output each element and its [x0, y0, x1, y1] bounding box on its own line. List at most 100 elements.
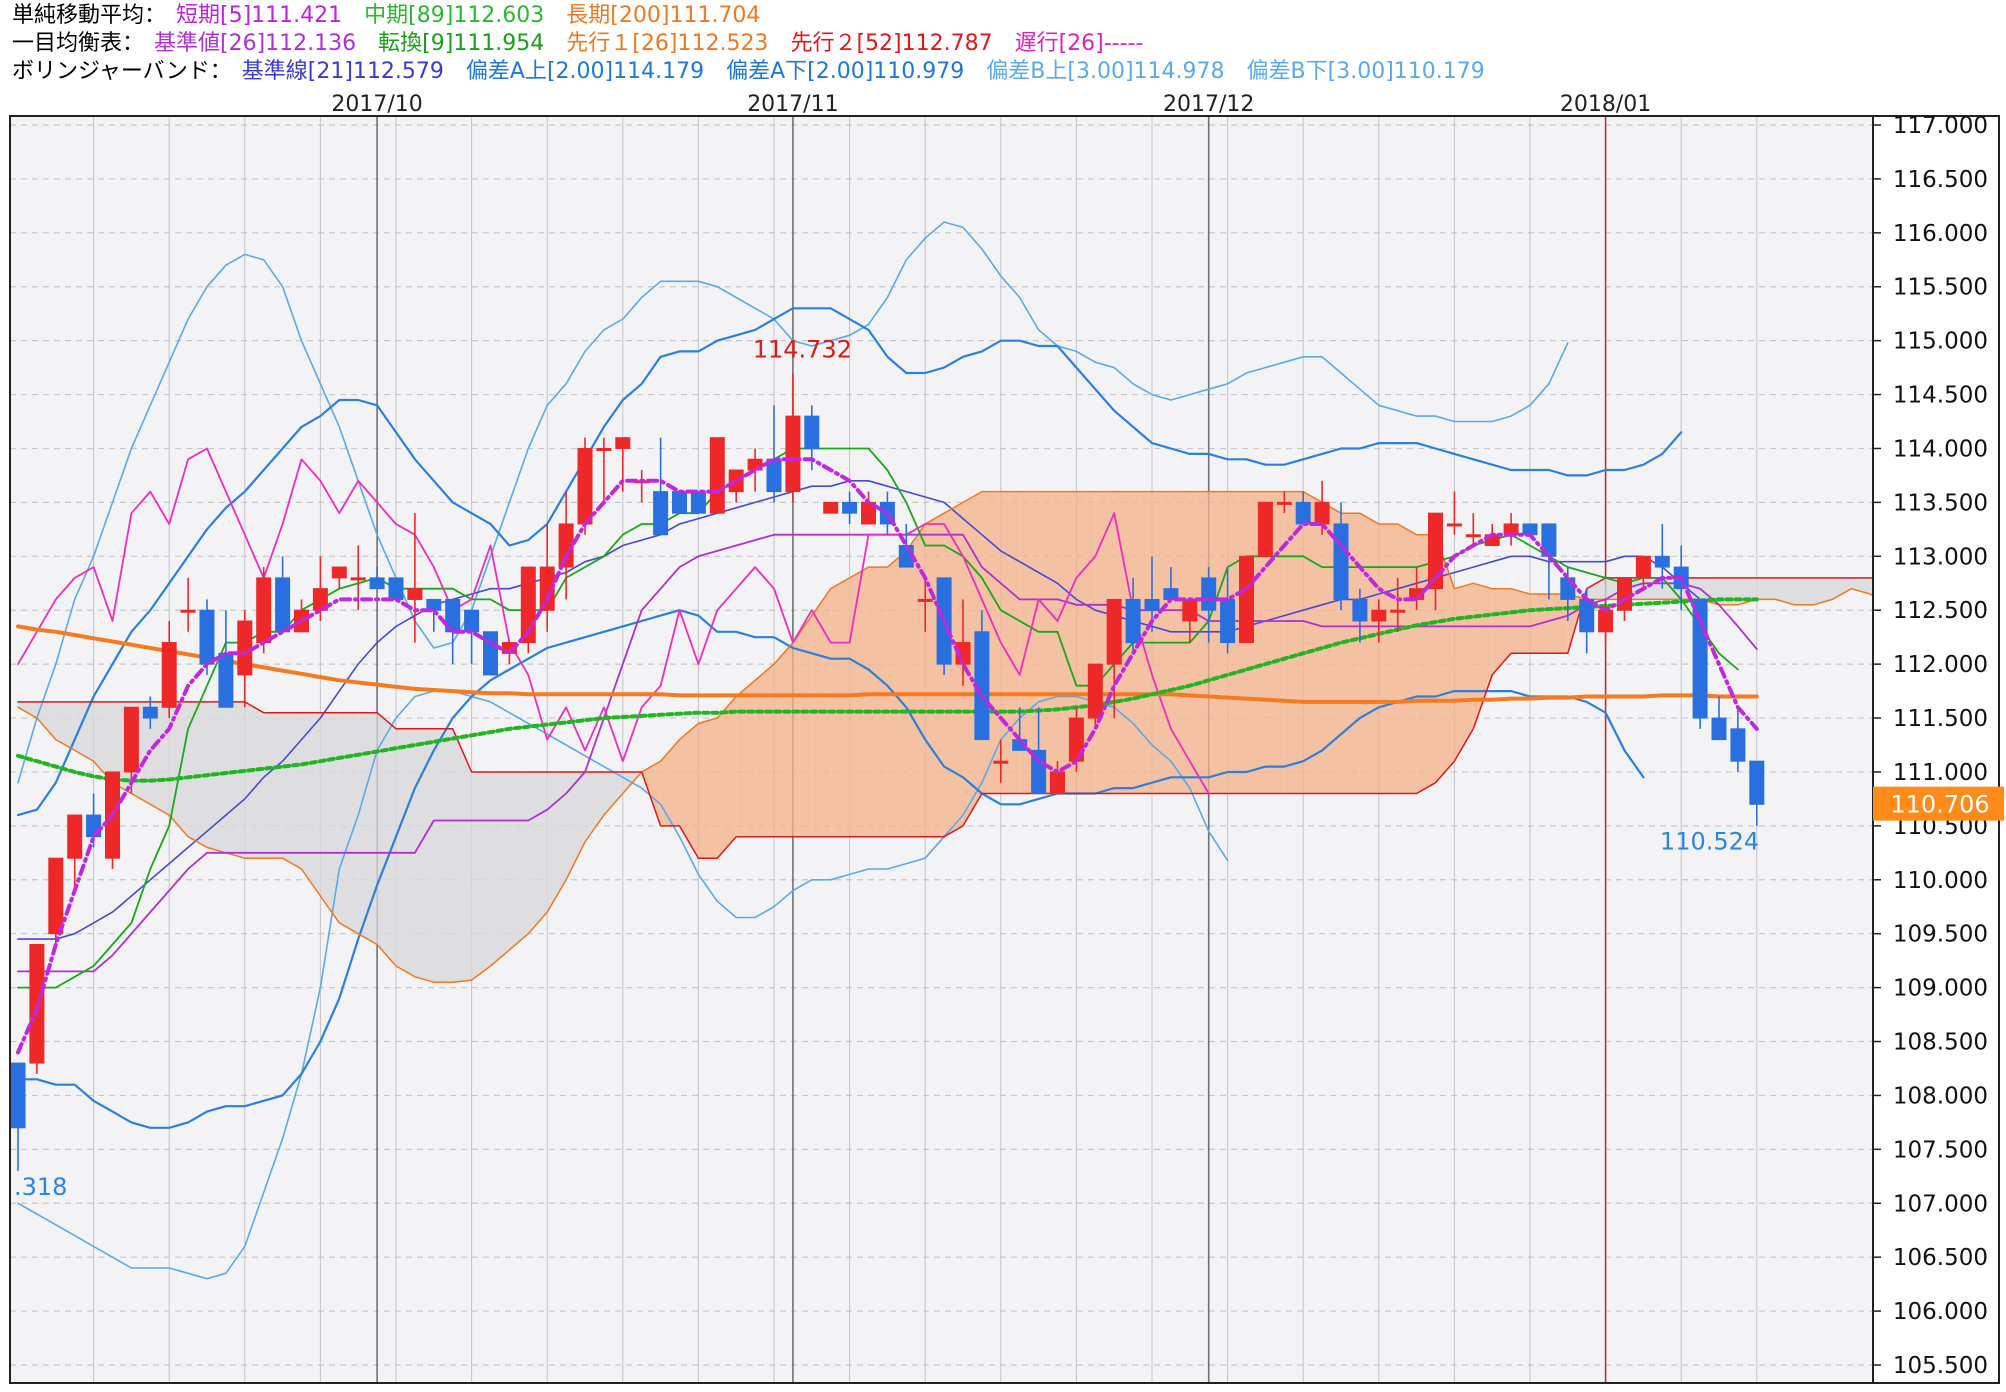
candle-body: [483, 631, 498, 676]
candle-body: [1257, 501, 1273, 557]
cloud-segment: [1303, 491, 1323, 794]
cloud-segment: [207, 701, 226, 853]
cloud-segment: [1397, 523, 1417, 794]
candle-body: [690, 491, 706, 514]
cloud-segment: [433, 728, 453, 983]
candle-body: [1087, 663, 1103, 719]
cloud-segment: [169, 701, 189, 837]
candle-body: [615, 437, 631, 449]
candle-body: [1749, 760, 1765, 805]
month-label-2018-01: 2018/01: [1560, 92, 1651, 117]
candle-body: [1352, 598, 1368, 622]
candlestick-chart[interactable]: 2017/10 2017/11 2017/12 2018/01 114.732 110.5…: [0, 0, 2006, 1392]
y-tick-label: 106.500: [1893, 1245, 1988, 1271]
y-tick-label: 107.000: [1893, 1191, 1988, 1217]
month-label-2017-10: 2017/10: [331, 92, 422, 117]
candle-body: [1711, 717, 1727, 741]
candle-body: [1201, 577, 1217, 611]
cloud-segment: [150, 701, 170, 816]
candle-body: [1314, 501, 1330, 525]
y-tick-label: 112.500: [1893, 598, 1988, 624]
candle-body: [1446, 523, 1462, 527]
candle-body: [388, 577, 404, 600]
candle-body: [917, 598, 933, 602]
candle-body: [709, 437, 725, 514]
cloud-segment: [1038, 491, 1058, 794]
candle-body: [1050, 771, 1065, 795]
candle-body: [1465, 534, 1481, 538]
y-tick-label: 106.000: [1893, 1299, 1988, 1325]
candle-body: [1390, 609, 1406, 613]
cloud-segment: [1794, 577, 1814, 605]
candle-body: [407, 588, 423, 600]
y-tick-label: 109.000: [1893, 976, 1988, 1002]
candle-body: [180, 609, 196, 613]
candle-body: [653, 491, 669, 536]
cloud-segment: [1189, 491, 1209, 794]
y-tick-label: 114.000: [1893, 436, 1988, 462]
candle-body: [1239, 555, 1254, 644]
candle-body: [1654, 555, 1670, 568]
y-tick-label: 117.000: [1893, 113, 1988, 139]
candle-body: [1182, 598, 1198, 622]
month-label-2017-11: 2017/11: [747, 92, 838, 117]
y-tick-label: 113.000: [1893, 544, 1988, 570]
candle-body: [823, 501, 839, 514]
candle-body: [218, 652, 234, 708]
cloud-segment: [717, 696, 737, 859]
cloud-segment: [1284, 491, 1304, 794]
y-tick-label: 107.500: [1893, 1137, 1988, 1163]
cloud-segment: [736, 680, 756, 837]
candle-body: [1276, 501, 1292, 505]
cloud-segment: [1378, 523, 1398, 794]
candle-body: [67, 814, 83, 859]
y-tick-label: 108.500: [1893, 1030, 1988, 1056]
cloud-segment: [830, 577, 850, 837]
candle-body: [1144, 598, 1160, 611]
cloud-segment: [755, 664, 774, 837]
candle-body: [1106, 598, 1122, 665]
cloud-segment: [849, 567, 869, 837]
candle-body: [464, 609, 480, 633]
candle-body: [1617, 577, 1632, 611]
cloud-segment: [509, 771, 529, 950]
cloud-segment: [774, 642, 793, 837]
cloud-segment: [263, 712, 283, 859]
candle-body: [1125, 598, 1141, 644]
y-tick-label: 111.500: [1893, 706, 1988, 732]
candle-body: [161, 642, 177, 708]
candle-body: [237, 620, 253, 676]
candle-body: [10, 1062, 26, 1129]
candle-body: [331, 566, 347, 579]
price-annotation-0: 114.732: [753, 336, 852, 364]
y-tick-label: 113.500: [1893, 490, 1988, 516]
y-tick-label: 109.500: [1893, 922, 1988, 948]
y-tick-label: 114.500: [1893, 383, 1988, 409]
candle-body: [48, 857, 64, 935]
last-price-label: 110.706: [1890, 791, 1989, 819]
cloud-segment: [490, 771, 510, 967]
candle-body: [842, 501, 858, 514]
cloud-segment: [1359, 513, 1379, 794]
candle-body: [123, 706, 139, 773]
cloud-segment: [698, 718, 718, 859]
cloud-segment: [868, 567, 888, 837]
y-tick-label: 116.500: [1893, 167, 1988, 193]
y-tick-label: 111.000: [1893, 760, 1988, 786]
y-tick-label: 105.500: [1893, 1353, 1988, 1379]
y-tick-label: 115.500: [1893, 275, 1988, 301]
candle-body: [275, 577, 291, 633]
candle-body: [596, 447, 612, 451]
candle-body: [1333, 523, 1349, 600]
candle-body: [672, 491, 687, 514]
month-label-2017-12: 2017/12: [1163, 92, 1254, 117]
candle-body: [256, 577, 272, 644]
cloud-segment: [528, 771, 548, 934]
candle-body: [804, 415, 820, 449]
y-tick-label: 110.000: [1893, 868, 1988, 894]
candle-body: [1730, 728, 1746, 762]
cloud-segment: [925, 513, 945, 837]
cloud-segment: [1511, 588, 1530, 654]
cloud-segment: [1756, 577, 1776, 600]
cloud-segment: [301, 712, 321, 896]
